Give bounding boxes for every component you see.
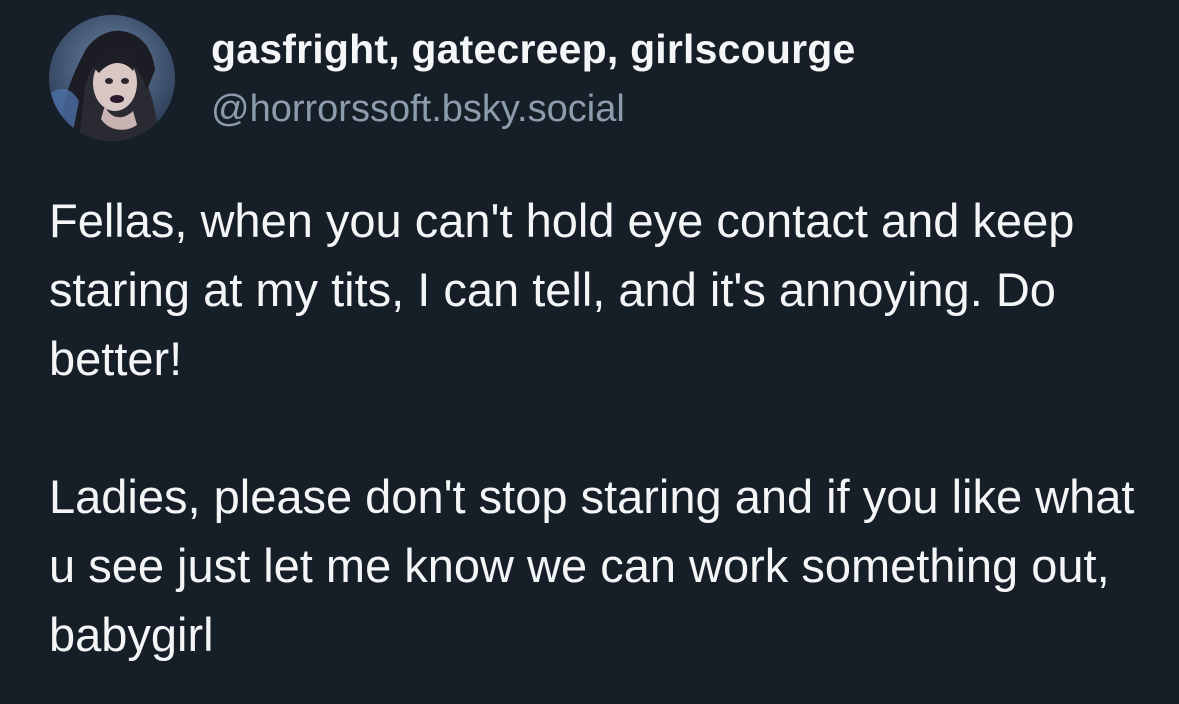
avatar[interactable]	[49, 15, 175, 141]
author-handle[interactable]: @horrorssoft.bsky.social	[211, 88, 625, 131]
post-paragraph-2: Ladies, please don't stop staring and if…	[49, 470, 1135, 661]
post-card: gasfright, gatecreep, girlscourge @horro…	[0, 0, 1179, 704]
post-body: Fellas, when you can't hold eye contact …	[49, 186, 1159, 669]
author-display-name[interactable]: gasfright, gatecreep, girlscourge	[211, 26, 856, 73]
post-paragraph-1: Fellas, when you can't hold eye contact …	[49, 194, 1075, 385]
user-avatar-photo-icon	[49, 15, 175, 141]
